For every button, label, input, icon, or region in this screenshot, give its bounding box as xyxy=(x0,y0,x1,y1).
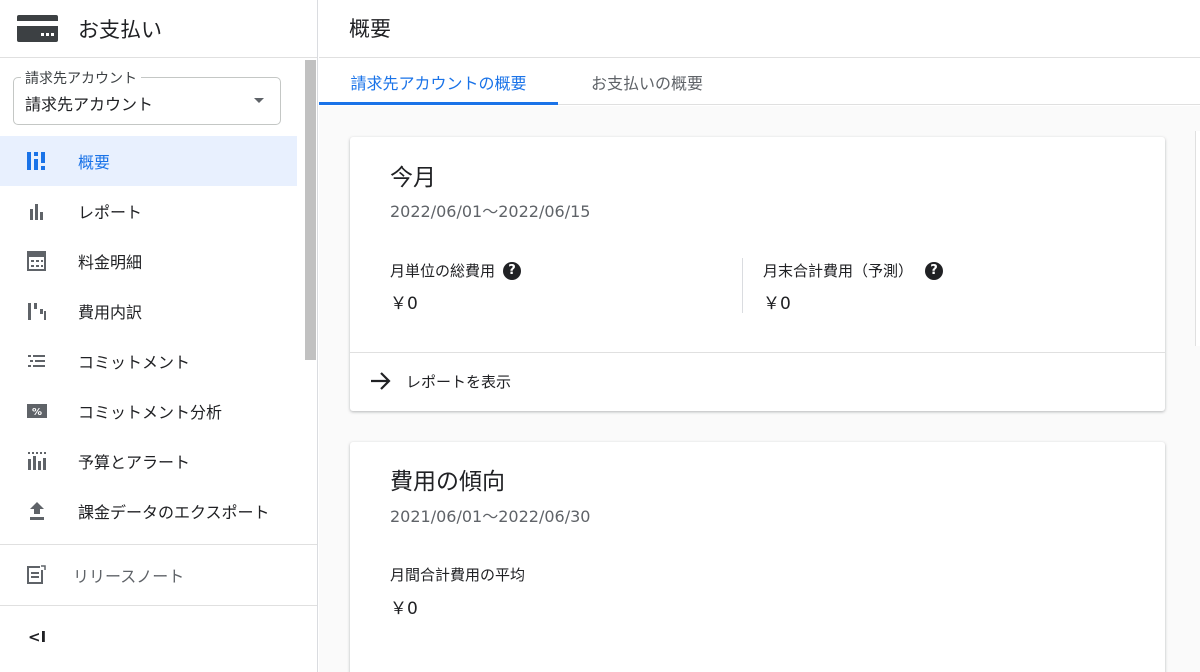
metric-label-text: 月単位の総費用 xyxy=(390,262,496,280)
sidebar-item-commitment-analysis[interactable]: % コミットメント分析 xyxy=(0,386,297,436)
monthly-total-cost-label: 月単位の総費用 ? xyxy=(390,260,522,281)
sidebar-item-budgets-alerts[interactable]: 予算とアラート xyxy=(0,436,297,486)
metric-divider xyxy=(742,258,743,313)
billing-account-label: 請求先アカウント xyxy=(21,68,141,88)
cost-trend-card: 費用の傾向 2021/06/01〜2022/06/30 月間合計費用の平均 ￥0 xyxy=(350,442,1165,672)
dropdown-arrow-icon xyxy=(254,98,264,103)
sidebar-item-label: 課金データのエクスポート xyxy=(78,503,270,522)
percent-icon: % xyxy=(27,404,47,418)
main-header: 概要 xyxy=(319,0,1200,58)
card-title: 費用の傾向 xyxy=(390,469,505,495)
billing-account-select[interactable]: 請求先アカウント 請求先アカウント xyxy=(13,68,281,125)
sidebar-item-commitments[interactable]: コミットメント xyxy=(0,336,297,386)
sidebar-item-overview[interactable]: 概要 xyxy=(0,136,297,186)
waterfall-chart-icon xyxy=(28,303,46,320)
collapse-sidebar-icon[interactable]: <I xyxy=(28,628,46,646)
help-icon[interactable]: ? xyxy=(503,261,522,280)
metric-label-text: 月末合計費用（予測） xyxy=(763,262,914,280)
help-icon[interactable]: ? xyxy=(925,261,944,280)
sidebar-item-reports[interactable]: レポート xyxy=(0,186,297,236)
sidebar-item-label: レポート xyxy=(78,203,143,222)
sidebar-item-label: 料金明細 xyxy=(78,253,143,272)
main-content: 今月 2022/06/01〜2022/06/15 月単位の総費用 ? ￥0 月末… xyxy=(319,106,1200,672)
sidebar-item-label: 概要 xyxy=(78,153,111,172)
sidebar-divider xyxy=(0,544,317,545)
release-notes-label: リリースノート xyxy=(73,567,185,586)
forecast-cost-value: ￥0 xyxy=(763,294,791,314)
sidebar-nav: 概要 レポート 料金明細 費用内訳 コミットメント % コミットメント分析 予算… xyxy=(0,136,297,536)
bar-chart-icon xyxy=(30,204,43,220)
this-month-card: 今月 2022/06/01〜2022/06/15 月単位の総費用 ? ￥0 月末… xyxy=(350,137,1165,411)
page-title: 概要 xyxy=(349,17,391,41)
sidebar-item-cost-breakdown[interactable]: 費用内訳 xyxy=(0,286,297,336)
average-monthly-cost-value: ￥0 xyxy=(390,599,418,619)
billing-account-value: 請求先アカウント xyxy=(25,95,154,114)
dashboard-icon xyxy=(27,152,45,170)
budget-chart-icon xyxy=(28,452,46,470)
sidebar-item-billing-export[interactable]: 課金データのエクスポート xyxy=(0,486,297,536)
sidebar-item-label: コミットメント分析 xyxy=(78,403,223,422)
view-report-link[interactable]: レポートを表示 xyxy=(370,369,511,393)
sidebar-item-label: コミットメント xyxy=(78,353,191,372)
sidebar-item-label: 費用内訳 xyxy=(78,303,143,322)
card-divider xyxy=(350,352,1165,353)
view-report-label: レポートを表示 xyxy=(406,372,512,391)
card-date-range: 2021/06/01〜2022/06/30 xyxy=(390,507,591,526)
sidebar-divider xyxy=(0,605,317,606)
upload-icon xyxy=(30,502,44,520)
sidebar: お支払い 請求先アカウント 請求先アカウント 概要 レポート 料金明細 費用内訳… xyxy=(0,0,318,672)
tab-billing-account-overview[interactable]: 請求先アカウントの概要 xyxy=(319,59,558,105)
sidebar-item-label: 予算とアラート xyxy=(78,453,191,472)
app-title: お支払い xyxy=(78,17,162,42)
list-icon xyxy=(28,355,45,367)
svg-text:%: % xyxy=(32,407,42,418)
release-notes-link[interactable]: リリースノート xyxy=(0,548,297,600)
average-monthly-cost-label: 月間合計費用の平均 xyxy=(390,566,526,584)
credit-card-icon xyxy=(17,15,58,42)
forecast-cost-label: 月末合計費用（予測） ? xyxy=(763,260,944,281)
tab-bar: 請求先アカウントの概要 お支払いの概要 xyxy=(319,59,1200,105)
card-date-range: 2022/06/01〜2022/06/15 xyxy=(390,202,591,221)
monthly-total-cost-value: ￥0 xyxy=(390,294,418,314)
app-header: お支払い xyxy=(0,0,317,58)
tab-payments-overview[interactable]: お支払いの概要 xyxy=(567,59,727,104)
sidebar-scrollbar[interactable] xyxy=(305,60,316,360)
adjacent-card-edge xyxy=(1195,131,1200,346)
arrow-right-icon xyxy=(371,372,391,390)
calculator-icon xyxy=(27,251,46,271)
card-title: 今月 xyxy=(390,165,436,191)
sidebar-item-cost-table[interactable]: 料金明細 xyxy=(0,236,297,286)
release-notes-icon xyxy=(27,565,46,584)
